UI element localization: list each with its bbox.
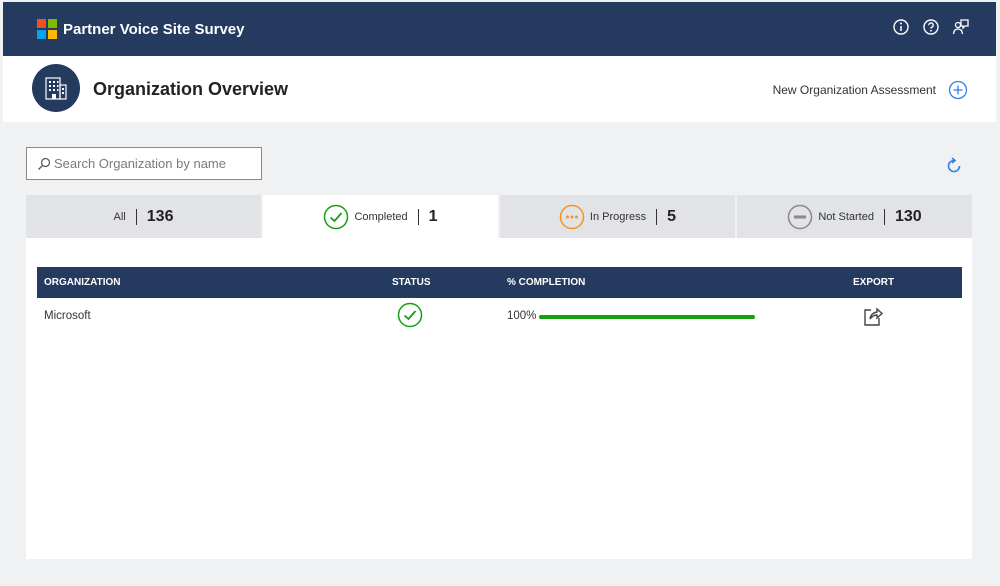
column-header-organization[interactable]: ORGANIZATION (44, 277, 120, 288)
help-icon[interactable] (922, 18, 940, 36)
new-assessment-label: New Organization Assessment (772, 83, 936, 97)
app-title: Partner Voice Site Survey (63, 20, 245, 38)
status-tabs: All 136 Completed 1 In Progress 5 Not St… (26, 195, 972, 238)
search-input[interactable] (54, 156, 254, 171)
tab-label: In Progress (589, 210, 647, 223)
tab-count: 1 (428, 207, 438, 225)
organization-avatar (32, 64, 80, 112)
tab-count: 130 (894, 207, 922, 225)
tab-completed[interactable]: Completed 1 (263, 195, 498, 238)
refresh-button[interactable] (944, 156, 964, 181)
tab-divider (883, 208, 885, 225)
column-header-completion[interactable]: % COMPLETION (507, 277, 585, 288)
search-icon (38, 157, 51, 170)
minus-circle-icon (787, 204, 813, 230)
check-circle-icon (323, 204, 349, 230)
tab-not-started[interactable]: Not Started 130 (737, 195, 972, 238)
tab-count: 136 (146, 207, 174, 225)
organizations-panel: ORGANIZATION STATUS % COMPLETION EXPORT … (26, 238, 972, 559)
tab-divider (417, 208, 419, 225)
tab-count: 5 (667, 207, 677, 225)
completion-percent: 100% (507, 310, 537, 322)
tab-divider (135, 208, 137, 225)
status-completed-icon (397, 302, 423, 331)
tab-all[interactable]: All 136 (26, 195, 261, 238)
microsoft-logo-icon (37, 19, 57, 39)
tab-divider (656, 208, 658, 225)
export-button[interactable] (862, 305, 884, 330)
page-title: Organization Overview (93, 79, 289, 99)
add-circle-icon (948, 80, 968, 100)
top-bar: Partner Voice Site Survey (3, 2, 996, 56)
tab-label: All (113, 210, 126, 223)
column-header-export: EXPORT (853, 277, 895, 288)
page-header: Organization Overview New Organization A… (3, 56, 996, 122)
ellipsis-circle-icon (559, 204, 585, 230)
completion-progress-bar (539, 315, 755, 319)
table-row[interactable]: Microsoft 100% (37, 300, 962, 334)
tab-label: Not Started (818, 210, 874, 223)
completion-progress-fill (539, 315, 755, 319)
tab-in-progress[interactable]: In Progress 5 (500, 195, 735, 238)
column-header-status[interactable]: STATUS (392, 277, 431, 288)
search-box (26, 147, 262, 180)
info-icon[interactable] (892, 18, 910, 36)
organization-name[interactable]: Microsoft (44, 310, 91, 322)
refresh-icon (947, 157, 961, 173)
tab-label: Completed (354, 210, 408, 223)
feedback-icon[interactable] (952, 18, 970, 36)
brand[interactable]: Partner Voice Site Survey (37, 19, 244, 39)
new-assessment-button[interactable]: New Organization Assessment (773, 80, 968, 100)
top-icons (892, 18, 970, 36)
table-header: ORGANIZATION STATUS % COMPLETION EXPORT (37, 267, 962, 298)
share-export-icon (864, 307, 884, 326)
building-icon (45, 77, 67, 100)
